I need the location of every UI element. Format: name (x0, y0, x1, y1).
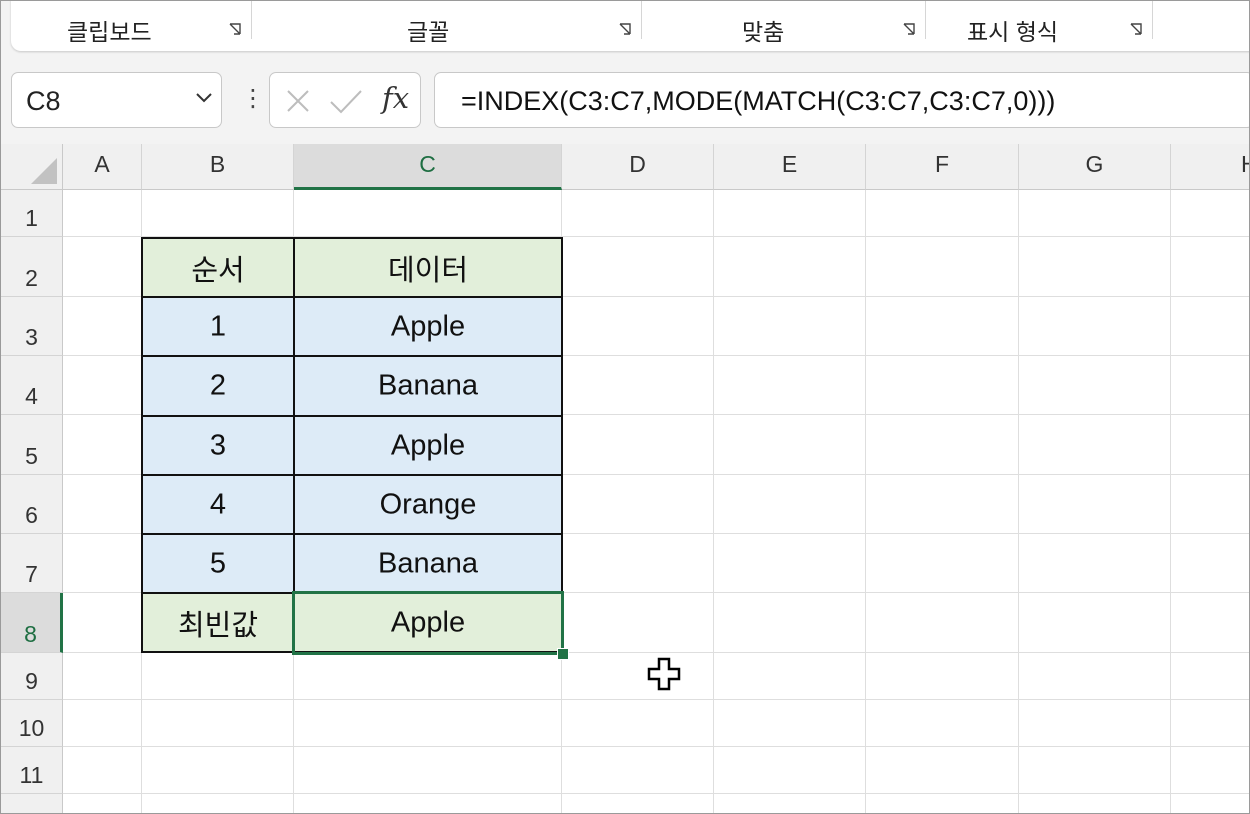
row-header-12[interactable]: 12 (1, 794, 63, 813)
cell-c3[interactable]: Apple (294, 297, 562, 356)
row-header-1[interactable]: 1 (1, 190, 63, 237)
formula-text: =INDEX(C3:C7,MODE(MATCH(C3:C7,C3:C7,0))) (461, 86, 1056, 116)
cell-c5[interactable]: Apple (294, 416, 562, 475)
column-header-c[interactable]: C (294, 144, 562, 190)
fill-handle[interactable] (557, 648, 569, 660)
gridline (865, 190, 866, 813)
cell-b7[interactable]: 5 (142, 534, 294, 593)
column-header-g[interactable]: G (1019, 144, 1171, 190)
select-all-corner[interactable] (1, 144, 63, 190)
gridline (63, 746, 1249, 747)
ribbon-separator (925, 1, 926, 39)
insert-function-icon[interactable]: fx (382, 81, 409, 115)
cell-b2[interactable]: 순서 (142, 238, 294, 297)
cell-b6[interactable]: 4 (142, 475, 294, 534)
row-header-4[interactable]: 4 (1, 356, 63, 415)
column-header-f[interactable]: F (866, 144, 1019, 190)
table-border (141, 296, 563, 298)
formula-buttons: fx (269, 72, 421, 128)
table-border (141, 533, 563, 535)
cancel-icon[interactable] (284, 87, 312, 115)
row-header-7[interactable]: 7 (1, 534, 63, 593)
chevron-down-icon[interactable] (194, 91, 214, 105)
excel-window: 클립보드 글꼴 맞춤 표시 형식 C8 ⋮ fx =INDEX(C3:C7,MO… (0, 0, 1250, 814)
column-header-h[interactable]: H (1171, 144, 1249, 190)
enter-check-icon[interactable] (328, 87, 364, 115)
cell-c6[interactable]: Orange (294, 475, 562, 534)
gridline (1170, 190, 1171, 813)
ribbon-panel: 클립보드 글꼴 맞춤 표시 형식 (11, 1, 1249, 51)
gridline (713, 190, 714, 813)
column-header-a[interactable]: A (63, 144, 142, 190)
gridline (1018, 190, 1019, 813)
row-header-3[interactable]: 3 (1, 297, 63, 356)
row-header-9[interactable]: 9 (1, 653, 63, 700)
ribbon-group-number-format-label: 표시 형식 (967, 19, 1059, 45)
column-header-b[interactable]: B (142, 144, 294, 190)
number-format-dialog-launcher-icon[interactable] (1130, 23, 1142, 35)
cell-b5[interactable]: 3 (142, 416, 294, 475)
ribbon-group-alignment-label: 맞춤 (742, 19, 785, 45)
alignment-dialog-launcher-icon[interactable] (903, 23, 915, 35)
clipboard-dialog-launcher-icon[interactable] (229, 23, 241, 35)
more-options-icon[interactable]: ⋮ (241, 87, 265, 111)
cell-c7[interactable]: Banana (294, 534, 562, 593)
row-header-8[interactable]: 8 (1, 593, 63, 653)
ribbon-group-font-label: 글꼴 (407, 19, 450, 45)
ribbon-separator (251, 1, 252, 39)
row-header-2[interactable]: 2 (1, 237, 63, 297)
cell-b4[interactable]: 2 (142, 356, 294, 416)
table-border (141, 415, 563, 417)
cell-select-cursor-icon (647, 657, 681, 691)
name-box-value: C8 (26, 86, 61, 116)
active-cell-selection (292, 591, 564, 655)
column-header-d[interactable]: D (562, 144, 714, 190)
ribbon: 클립보드 글꼴 맞춤 표시 형식 (1, 1, 1249, 59)
table-border (141, 474, 563, 476)
cell-c2[interactable]: 데이터 (294, 238, 562, 297)
cell-c4[interactable]: Banana (294, 356, 562, 416)
row-header-11[interactable]: 11 (1, 747, 63, 794)
row-header-5[interactable]: 5 (1, 415, 63, 475)
cell-b3[interactable]: 1 (142, 297, 294, 356)
gridline (63, 793, 1249, 794)
cell-b8[interactable]: 최빈값 (142, 593, 294, 653)
formula-bar[interactable]: =INDEX(C3:C7,MODE(MATCH(C3:C7,C3:C7,0))) (434, 72, 1249, 128)
gridline (63, 236, 1249, 237)
font-dialog-launcher-icon[interactable] (619, 23, 631, 35)
table-border (141, 355, 563, 357)
ribbon-group-clipboard-label: 클립보드 (67, 19, 152, 45)
row-header-6[interactable]: 6 (1, 475, 63, 534)
ribbon-separator (641, 1, 642, 39)
gridline (63, 699, 1249, 700)
ribbon-separator (1152, 1, 1153, 39)
row-header-10[interactable]: 10 (1, 700, 63, 747)
column-header-e[interactable]: E (714, 144, 866, 190)
name-box[interactable]: C8 (11, 72, 222, 128)
